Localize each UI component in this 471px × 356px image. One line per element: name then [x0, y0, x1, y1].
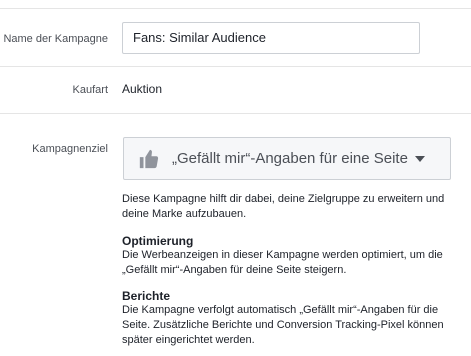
thumbs-up-icon — [139, 149, 159, 168]
divider-2 — [0, 113, 471, 114]
objective-label: Kampagnenziel — [32, 143, 108, 155]
objective-dropdown[interactable]: „Gefällt mir“-Angaben für eine Seite — [123, 137, 451, 180]
optimization-heading: Optimierung — [122, 234, 194, 248]
campaign-name-label: Name der Kampagne — [3, 33, 108, 45]
optimization-text: Die Werbeanzeigen in dieser Kampagne wer… — [122, 249, 443, 276]
buying-type-value: Auktion — [122, 82, 163, 96]
buying-type-label: Kaufart — [72, 84, 108, 96]
chevron-down-icon — [414, 155, 425, 162]
campaign-name-input[interactable]: Fans: Similar Audience — [122, 22, 420, 54]
reports-text: Die Kampagne verfolgt automatisch „Gefäl… — [122, 304, 444, 346]
objective-selected-label: „Gefällt mir“-Angaben für eine Seite — [172, 150, 408, 167]
top-divider — [0, 8, 471, 9]
reports-heading: Berichte — [122, 289, 171, 303]
objective-description: Diese Kampagne hilft dir dabei, deine Zi… — [122, 193, 445, 220]
divider-1 — [0, 66, 471, 67]
